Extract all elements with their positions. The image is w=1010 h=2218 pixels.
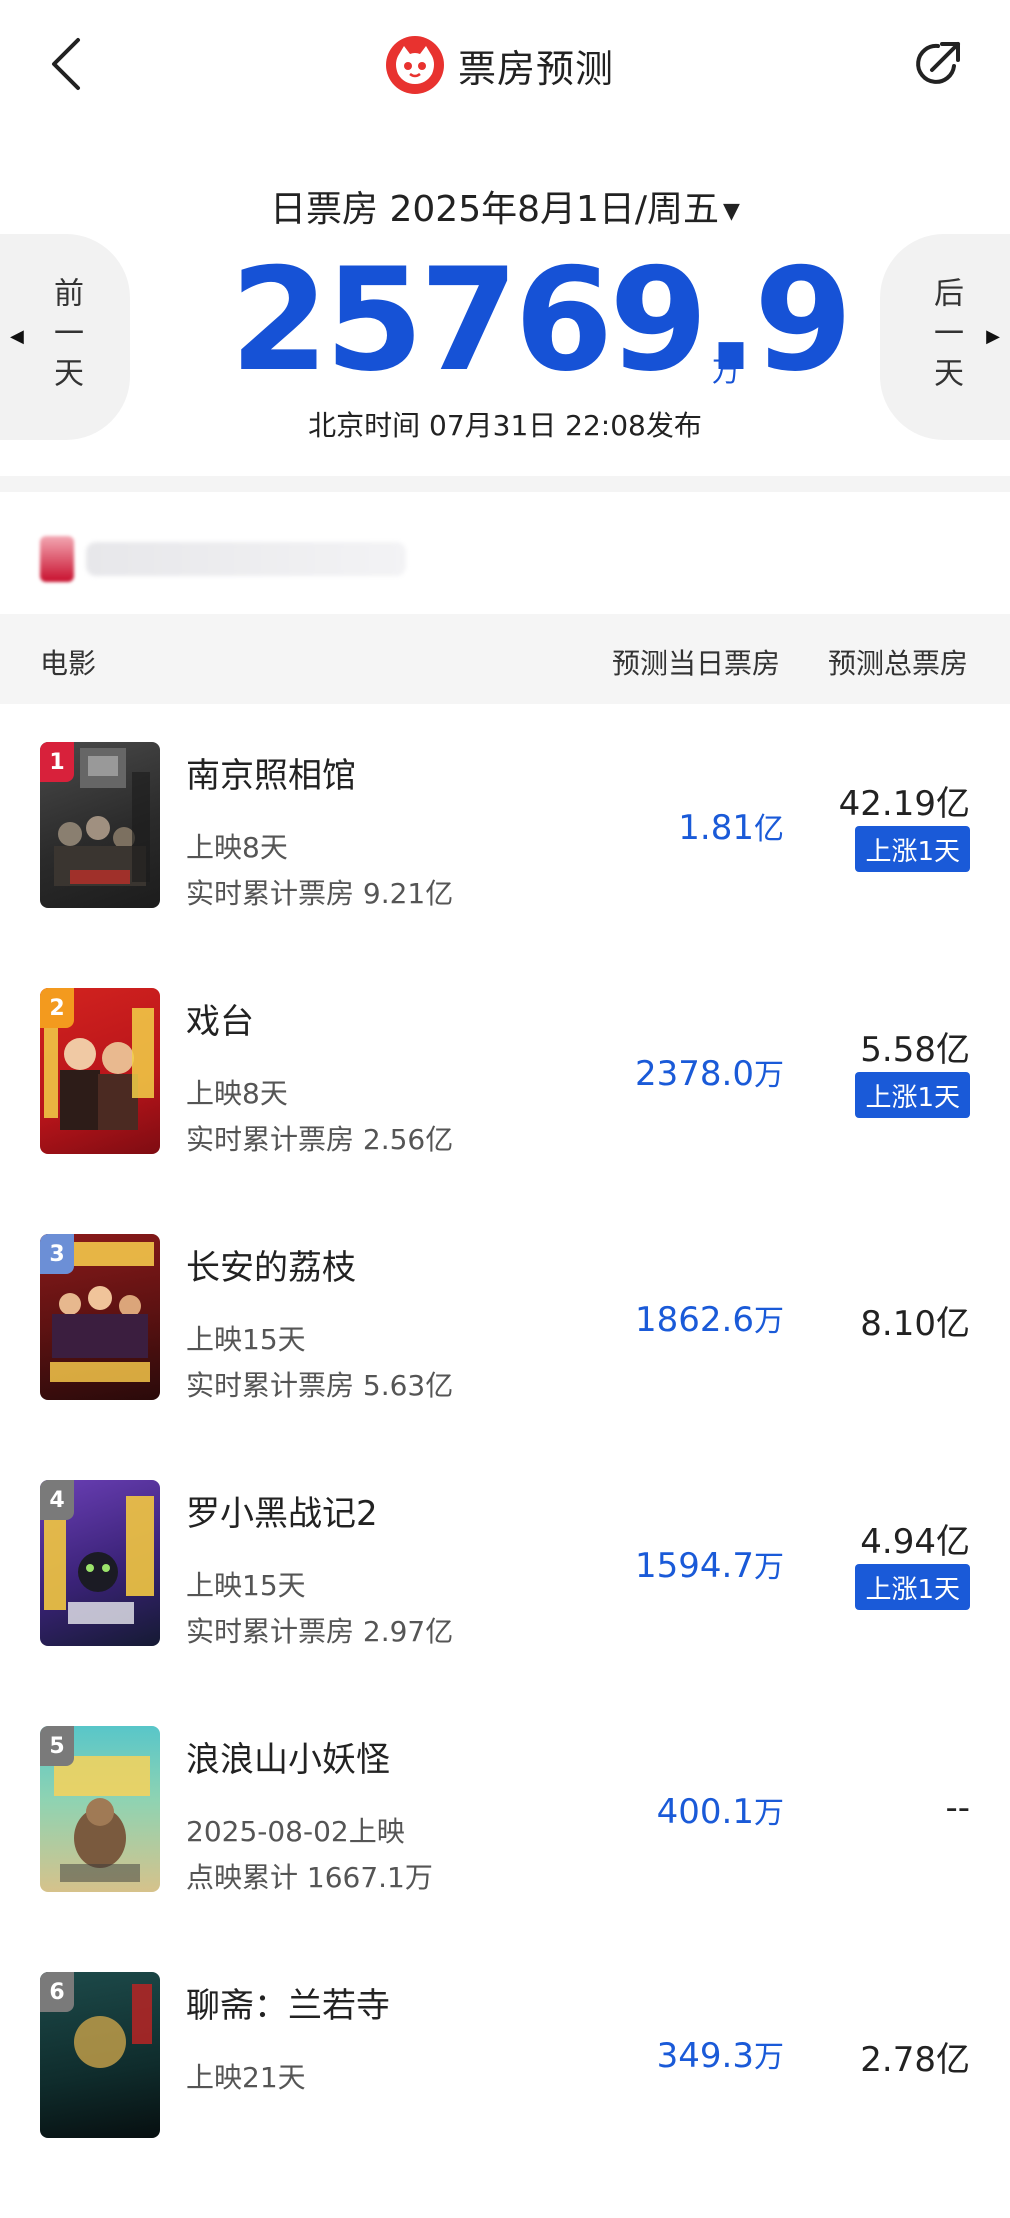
movie-poster: 1 [40,742,160,908]
release-status: 上映15天 [186,1323,306,1356]
predicted-today-unit: 万 [754,2040,784,2075]
movie-title: 聊斋：兰若寺 [186,1986,390,2026]
movie-poster: 4 [40,1480,160,1646]
predicted-today-unit: 万 [754,1304,784,1339]
predicted-today: 1594.7万 [635,1542,784,1586]
movie-row[interactable]: 3 长安的荔枝 上映15天 实时累计票房 5.63亿 1862.6万 8.10亿 [0,1234,1010,1480]
predicted-today-unit: 亿 [754,812,784,847]
predicted-today-value: 349.3 [656,2036,754,2076]
date-selector[interactable]: 日票房 2025年8月1日/周五 ▼ [0,180,1010,232]
movie-poster: 6 [40,1972,160,2138]
predicted-today-unit: 万 [754,1550,784,1585]
movie-row[interactable]: 6 聊斋：兰若寺 上映21天 349.3万 2.78亿 [0,1972,1010,2218]
movie-row[interactable]: 4 罗小黑战记2 上映15天 实时累计票房 2.97亿 1594.7万 4.94… [0,1480,1010,1726]
predicted-total: 8.10亿 [860,1304,970,1344]
release-status: 上映21天 [186,2061,306,2094]
movie-poster: 2 [40,988,160,1154]
movie-row[interactable]: 2 戏台 上映8天 实时累计票房 2.56亿 2378.0万 5.58亿 上涨1… [0,988,1010,1234]
table-header: 电影 预测当日票房 预测总票房 [0,614,1010,704]
section-divider [0,476,1010,492]
col-total: 预测总票房 [828,647,969,680]
predicted-total: 4.94亿 [860,1522,970,1562]
release-status: 2025-08-02上映 [186,1815,405,1848]
prev-day-label: 前一天 [48,277,83,397]
cumulative-box-office: 实时累计票房 2.97亿 [186,1615,454,1648]
movie-row[interactable]: 5 浪浪山小妖怪 2025-08-02上映 点映累计 1667.1万 400.1… [0,1726,1010,1972]
cumulative-box-office: 实时累计票房 5.63亿 [186,1369,454,1402]
predicted-today-unit: 万 [754,1796,784,1831]
col-movie: 电影 [40,647,97,680]
predicted-total: 2.78亿 [860,2040,970,2080]
cumulative-box-office: 点映累计 1667.1万 [186,1861,433,1894]
movie-row[interactable]: 1 南京照相馆 上映8天 实时累计票房 9.21亿 1.81亿 42.19亿 上… [0,742,1010,988]
predicted-today: 400.1万 [657,1788,784,1832]
cumulative-box-office: 实时累计票房 9.21亿 [186,877,454,910]
predicted-total: 5.58亿 [860,1030,970,1070]
predicted-today-value: 2378.0 [635,1054,754,1094]
movie-title: 南京照相馆 [186,756,356,796]
predicted-total: -- [945,1788,970,1828]
movie-poster: 3 [40,1234,160,1400]
share-icon [916,42,960,84]
rank-badge: 1 [40,742,74,782]
predicted-today-value: 400.1 [656,1792,754,1832]
predicted-today: 349.3万 [657,2032,784,2076]
rank-badge: 5 [40,1726,74,1766]
rank-badge: 3 [40,1234,74,1274]
date-label: 日票房 2025年8月1日/周五 [270,189,720,230]
predicted-today: 2378.0万 [635,1050,784,1094]
predicted-today-value: 1594.7 [635,1546,754,1586]
back-icon [52,38,80,90]
caret-down-icon: ▼ [723,198,740,224]
blurred-banner [40,536,420,582]
predicted-today-value: 1.81 [678,808,754,848]
arrow-right-icon: ▶ [986,326,1000,347]
movie-title: 罗小黑战记2 [186,1494,378,1534]
publish-time: 北京时间 07月31日 22:08发布 [308,409,702,442]
blurred-icon [40,536,74,582]
daily-box-office-total: 25769.9 [230,238,853,403]
daily-box-office-unit: 万 [712,355,741,388]
page-header: 票房预测 [386,34,614,96]
next-day-label: 后一天 [928,277,963,397]
trend-badge: 上涨1天 [855,1072,970,1118]
rank-badge: 2 [40,988,74,1028]
predicted-today-unit: 万 [754,1058,784,1093]
release-status: 上映8天 [186,1077,288,1110]
arrow-left-icon: ◀ [10,326,24,347]
cumulative-box-office: 实时累计票房 2.56亿 [186,1123,454,1156]
blurred-text [86,542,406,576]
release-status: 上映15天 [186,1569,306,1602]
back-button[interactable] [46,36,86,92]
rank-badge: 6 [40,1972,74,2012]
rank-badge: 4 [40,1480,74,1520]
movie-poster: 5 [40,1726,160,1892]
share-button[interactable] [910,36,966,92]
page-title: 票房预测 [458,46,615,91]
col-today: 预测当日票房 [612,647,781,680]
predicted-today: 1.81亿 [678,804,784,848]
release-status: 上映8天 [186,831,288,864]
trend-badge: 上涨1天 [855,1564,970,1610]
trend-badge: 上涨1天 [855,826,970,872]
predicted-total: 42.19亿 [838,784,970,824]
maoyan-logo-icon [386,36,444,94]
predicted-today: 1862.6万 [635,1296,784,1340]
movie-title: 戏台 [186,1002,254,1042]
predicted-today-value: 1862.6 [635,1300,754,1340]
movie-title: 浪浪山小妖怪 [186,1740,390,1780]
movie-title: 长安的荔枝 [186,1248,356,1288]
